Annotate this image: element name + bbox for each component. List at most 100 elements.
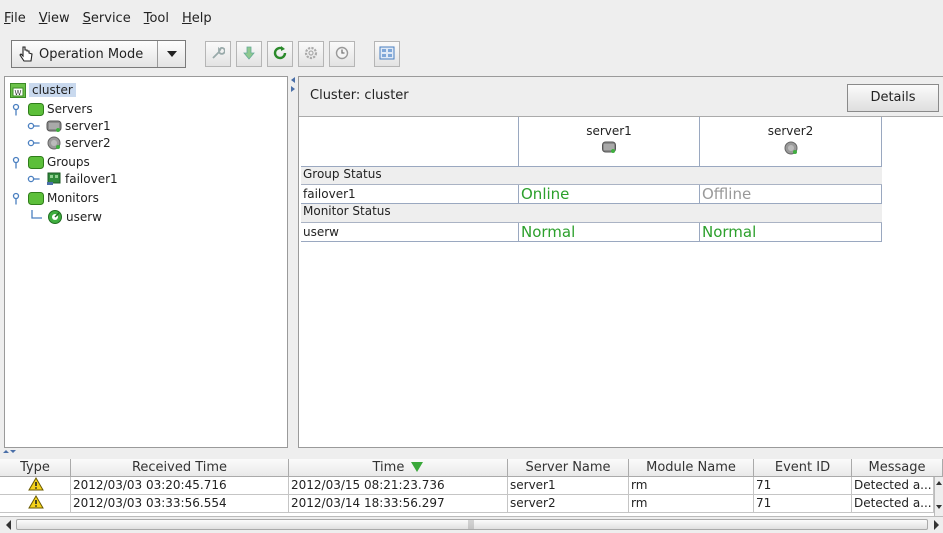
group-status-section: Group Status bbox=[301, 167, 882, 185]
column-header-event-id[interactable]: Event ID bbox=[754, 459, 852, 477]
server1-column-label: server1 bbox=[586, 124, 632, 138]
scroll-arrows-icon[interactable] bbox=[935, 477, 943, 513]
tree-label-server1: server1 bbox=[65, 119, 111, 133]
operation-mode-select[interactable]: Operation Mode bbox=[11, 40, 186, 68]
menu-view[interactable]: View bbox=[39, 11, 70, 26]
scroll-left-icon[interactable] bbox=[4, 519, 14, 531]
tree-node-monitors[interactable]: Monitors bbox=[7, 190, 99, 206]
scroll-thumb[interactable] bbox=[16, 519, 928, 530]
tree-node-servers[interactable]: Servers bbox=[7, 101, 93, 117]
tree-node-cluster[interactable]: W cluster bbox=[9, 82, 76, 98]
collapsed-handle-icon[interactable] bbox=[25, 119, 42, 134]
cluster-tree: W cluster Servers server1 server2 Groups… bbox=[4, 76, 288, 448]
monitor-name-cell: userw bbox=[301, 223, 519, 242]
collapsed-handle-icon[interactable] bbox=[25, 172, 42, 187]
panel-title: Cluster: cluster bbox=[310, 88, 409, 103]
horizontal-splitter[interactable] bbox=[0, 449, 943, 459]
cluster-view-button[interactable] bbox=[374, 41, 400, 67]
server-icon bbox=[519, 141, 699, 156]
expanded-handle-icon[interactable] bbox=[7, 155, 24, 170]
tree-connector-icon bbox=[26, 210, 43, 225]
grid-corner bbox=[301, 117, 519, 167]
horizontal-scrollbar[interactable] bbox=[0, 516, 943, 533]
collapsed-handle-icon[interactable] bbox=[25, 136, 42, 151]
cell-received-time: 2012/03/03 03:20:45.716 bbox=[71, 477, 289, 495]
column-header-received-time[interactable]: Received Time bbox=[71, 459, 289, 477]
menu-service-label: ervice bbox=[90, 10, 131, 26]
expanded-handle-icon[interactable] bbox=[7, 102, 24, 117]
servers-folder-icon bbox=[27, 102, 44, 117]
column-header-time[interactable]: Time bbox=[289, 459, 508, 477]
timer-button[interactable] bbox=[329, 41, 355, 67]
group-server1-state[interactable]: Online bbox=[519, 185, 700, 204]
expanded-handle-icon[interactable] bbox=[7, 191, 24, 206]
gear-icon bbox=[303, 45, 319, 64]
cell-event-id: 71 bbox=[754, 477, 852, 495]
tree-label-userw: userw bbox=[66, 210, 102, 224]
menu-tool-label: ool bbox=[149, 10, 169, 26]
tree-node-server2[interactable]: server2 bbox=[25, 135, 111, 151]
server-offline-icon bbox=[45, 136, 62, 151]
group-server2-state[interactable]: Offline bbox=[700, 185, 882, 204]
tree-label-servers: Servers bbox=[47, 102, 93, 116]
menu-tool[interactable]: Tool bbox=[144, 11, 169, 26]
clock-icon bbox=[335, 46, 349, 63]
tree-node-server1[interactable]: server1 bbox=[25, 118, 111, 134]
menu-help[interactable]: Help bbox=[182, 11, 212, 26]
details-button[interactable]: Details bbox=[847, 84, 939, 112]
cluster-view-icon bbox=[379, 46, 395, 63]
cell-time: 2012/03/14 18:33:56.297 bbox=[289, 495, 508, 513]
refresh-icon bbox=[272, 45, 288, 64]
toolbar: Operation Mode bbox=[0, 36, 943, 72]
column-header-module-name[interactable]: Module Name bbox=[629, 459, 754, 477]
cluster-status-panel: Cluster: cluster Details server1 server2… bbox=[298, 76, 943, 448]
monitor-server2-state[interactable]: Normal bbox=[700, 223, 882, 242]
wrench-icon bbox=[211, 46, 226, 63]
cell-server-name: server1 bbox=[508, 477, 629, 495]
warning-icon bbox=[0, 495, 71, 513]
monitor-server1-state[interactable]: Normal bbox=[519, 223, 700, 242]
tree-label-server2: server2 bbox=[65, 136, 111, 150]
pane-splitter[interactable] bbox=[289, 76, 297, 448]
wrench-button[interactable] bbox=[205, 41, 231, 67]
cell-event-id: 71 bbox=[754, 495, 852, 513]
dropdown-arrow-icon[interactable] bbox=[157, 41, 185, 67]
download-button[interactable] bbox=[236, 41, 262, 67]
menu-file-label: ile bbox=[10, 10, 26, 26]
refresh-button[interactable] bbox=[267, 41, 293, 67]
cell-module-name: rm bbox=[629, 495, 754, 513]
menu-help-label: elp bbox=[191, 10, 212, 26]
down-arrow-icon bbox=[242, 46, 256, 63]
tree-label-failover1: failover1 bbox=[65, 172, 118, 186]
monitor-status-section: Monitor Status bbox=[301, 204, 882, 223]
vertical-scrollbar[interactable] bbox=[934, 477, 943, 516]
cluster-icon: W bbox=[9, 82, 26, 98]
tree-label-groups: Groups bbox=[47, 155, 90, 169]
collapse-arrows-icon[interactable] bbox=[2, 449, 16, 459]
svg-text:W: W bbox=[14, 89, 21, 97]
tree-node-groups[interactable]: Groups bbox=[7, 154, 90, 170]
cell-message: Detected a... bbox=[852, 495, 934, 513]
tree-node-userw[interactable]: userw bbox=[26, 209, 102, 225]
monitor-icon bbox=[46, 210, 63, 225]
scroll-right-icon[interactable] bbox=[931, 519, 941, 531]
tree-label-cluster: cluster bbox=[29, 83, 76, 97]
group-name-cell: failover1 bbox=[301, 185, 519, 204]
settings-button[interactable] bbox=[298, 41, 324, 67]
cursor-hand-icon bbox=[16, 42, 36, 66]
menu-view-label: iew bbox=[47, 10, 70, 26]
collapse-arrows-icon[interactable] bbox=[289, 76, 297, 106]
warning-icon bbox=[0, 477, 71, 495]
column-header-server-name[interactable]: Server Name bbox=[508, 459, 629, 477]
cell-server-name: server2 bbox=[508, 495, 629, 513]
column-header-time-label: Time bbox=[372, 460, 405, 475]
menu-file[interactable]: File bbox=[4, 11, 26, 26]
column-header-message[interactable]: Message bbox=[852, 459, 943, 477]
server2-column-label: server2 bbox=[767, 124, 814, 138]
server2-column-header: server2 bbox=[700, 117, 882, 167]
tree-node-failover1[interactable]: failover1 bbox=[25, 171, 118, 187]
column-header-type[interactable]: Type bbox=[0, 459, 71, 477]
groups-folder-icon bbox=[27, 155, 44, 170]
cell-time: 2012/03/15 08:21:23.736 bbox=[289, 477, 508, 495]
menu-service[interactable]: Service bbox=[83, 11, 131, 26]
